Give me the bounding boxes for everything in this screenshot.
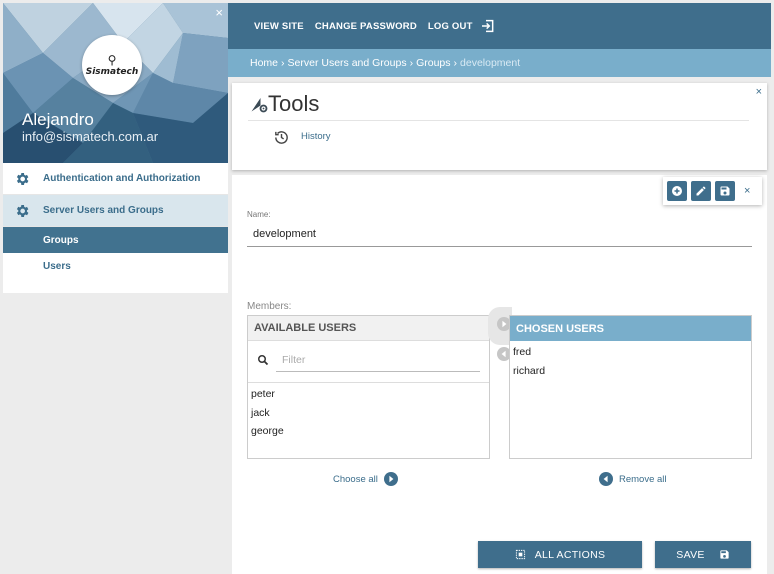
chosen-users-title: CHOSEN USERS bbox=[510, 316, 751, 341]
all-actions-button[interactable]: ALL ACTIONS bbox=[478, 541, 642, 568]
user-name: Alejandro bbox=[22, 110, 94, 129]
chosen-users-box: CHOSEN USERS fred richard bbox=[509, 315, 752, 459]
divider bbox=[248, 120, 749, 121]
gear-icon bbox=[16, 205, 29, 217]
pencil-icon bbox=[696, 186, 706, 196]
breadcrumb-separator: › bbox=[409, 57, 414, 69]
sidebar-item-label: Server Users and Groups bbox=[43, 205, 164, 216]
history-link[interactable]: History bbox=[301, 131, 331, 142]
filter-row bbox=[248, 341, 489, 383]
tools-close-icon[interactable]: × bbox=[756, 86, 762, 98]
name-field[interactable] bbox=[247, 221, 752, 247]
breadcrumb-separator: › bbox=[281, 57, 285, 69]
available-users-title: AVAILABLE USERS bbox=[248, 316, 489, 341]
add-circle-icon bbox=[672, 186, 682, 196]
view-site-link[interactable]: VIEW SITE bbox=[254, 21, 304, 32]
tools-panel: Tools × History bbox=[232, 83, 767, 170]
tools-icon bbox=[251, 98, 268, 113]
group-form: × Name: Members: AVAILABLE USERS peter j… bbox=[232, 175, 767, 574]
choose-all-label: Choose all bbox=[333, 473, 378, 485]
available-users-list: peter jack george bbox=[248, 383, 489, 441]
breadcrumb-separator: › bbox=[453, 57, 458, 69]
form-close-icon[interactable]: × bbox=[744, 185, 750, 197]
add-button[interactable] bbox=[667, 181, 687, 201]
remove-all-link[interactable]: Remove all bbox=[599, 472, 667, 486]
sidebar-item-label: Authentication and Authorization bbox=[43, 173, 201, 184]
tools-title: Tools bbox=[268, 91, 320, 116]
list-item[interactable]: jack bbox=[248, 404, 489, 423]
select-all-icon bbox=[515, 549, 525, 560]
save-button[interactable]: SAVE bbox=[655, 541, 751, 568]
arrow-left-icon bbox=[501, 350, 506, 358]
top-bar: VIEW SITE CHANGE PASSWORD LOG OUT bbox=[228, 3, 771, 49]
choose-all-link[interactable]: Choose all bbox=[333, 472, 398, 486]
list-item[interactable]: fred bbox=[510, 343, 751, 362]
user-email: info@sismatech.com.ar bbox=[22, 129, 159, 144]
sidebar-item-server-users-and-groups[interactable]: Server Users and Groups bbox=[3, 195, 228, 227]
company-logo: ⚲ Sismatech bbox=[82, 35, 142, 95]
sidebar: × ⚲ Sismatech Alejandro info@sismatech.c… bbox=[3, 3, 228, 293]
list-item[interactable]: richard bbox=[510, 362, 751, 381]
arrow-right-circle-icon bbox=[383, 472, 398, 486]
sidebar-subitem-groups[interactable]: Groups bbox=[3, 227, 228, 253]
search-icon bbox=[258, 355, 269, 366]
breadcrumb-current: development bbox=[460, 57, 521, 69]
filter-input[interactable] bbox=[276, 349, 480, 372]
logo-text: Sismatech bbox=[85, 67, 139, 77]
history-icon[interactable] bbox=[273, 129, 290, 146]
edit-button[interactable] bbox=[691, 181, 711, 201]
list-item[interactable]: george bbox=[248, 422, 489, 441]
breadcrumb: Home › Server Users and Groups › Groups … bbox=[228, 49, 771, 77]
floppy-icon bbox=[720, 186, 730, 196]
breadcrumb-groups[interactable]: Groups bbox=[416, 57, 450, 69]
members-label: Members: bbox=[247, 301, 292, 312]
breadcrumb-home[interactable]: Home bbox=[250, 57, 278, 69]
available-users-box: AVAILABLE USERS peter jack george bbox=[247, 315, 490, 459]
form-toolbar: × bbox=[663, 177, 762, 205]
arrow-right-icon bbox=[502, 320, 507, 328]
name-label: Name: bbox=[247, 210, 271, 219]
logo-mark-icon: ⚲ bbox=[107, 53, 117, 67]
floppy-icon bbox=[720, 550, 729, 559]
breadcrumb-server-users-and-groups[interactable]: Server Users and Groups bbox=[288, 57, 407, 69]
save-icon-button[interactable] bbox=[715, 181, 735, 201]
remove-all-label: Remove all bbox=[619, 473, 667, 485]
sidebar-subitem-users[interactable]: Users bbox=[3, 253, 228, 279]
log-out-link[interactable]: LOG OUT bbox=[428, 21, 473, 32]
logout-icon[interactable] bbox=[480, 18, 496, 34]
gear-icon bbox=[16, 173, 29, 185]
profile-header: × ⚲ Sismatech Alejandro info@sismatech.c… bbox=[3, 3, 228, 163]
sidebar-close-icon[interactable]: × bbox=[215, 5, 223, 20]
arrow-left-circle-icon bbox=[599, 472, 613, 486]
all-actions-label: ALL ACTIONS bbox=[534, 548, 606, 561]
change-password-link[interactable]: CHANGE PASSWORD bbox=[315, 21, 417, 32]
list-item[interactable]: peter bbox=[248, 385, 489, 404]
save-label: SAVE bbox=[676, 548, 705, 561]
sidebar-item-authentication[interactable]: Authentication and Authorization bbox=[3, 163, 228, 195]
chosen-users-list: fred richard bbox=[510, 341, 751, 380]
